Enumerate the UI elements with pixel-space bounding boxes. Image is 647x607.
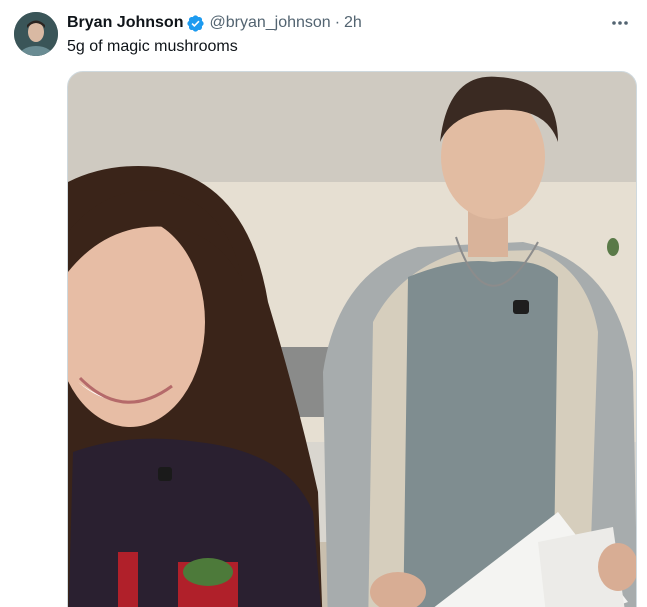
more-dots-icon	[612, 21, 628, 25]
video-frame-icon	[68, 72, 636, 607]
avatar-photo-icon	[14, 12, 58, 56]
tweet-timestamp[interactable]: 2h	[344, 14, 362, 32]
tweet-header: Bryan Johnson @bryan_johnson · 2h	[67, 12, 362, 34]
author-handle[interactable]: @bryan_johnson	[209, 14, 330, 32]
tweet-media[interactable]	[67, 71, 637, 607]
tweet-text: 5g of magic mushrooms	[67, 38, 238, 55]
more-options-button[interactable]	[609, 12, 631, 34]
verified-badge-icon	[186, 14, 205, 33]
separator-dot: ·	[334, 14, 341, 31]
author-display-name[interactable]: Bryan Johnson	[67, 14, 183, 32]
author-avatar[interactable]	[14, 12, 58, 56]
